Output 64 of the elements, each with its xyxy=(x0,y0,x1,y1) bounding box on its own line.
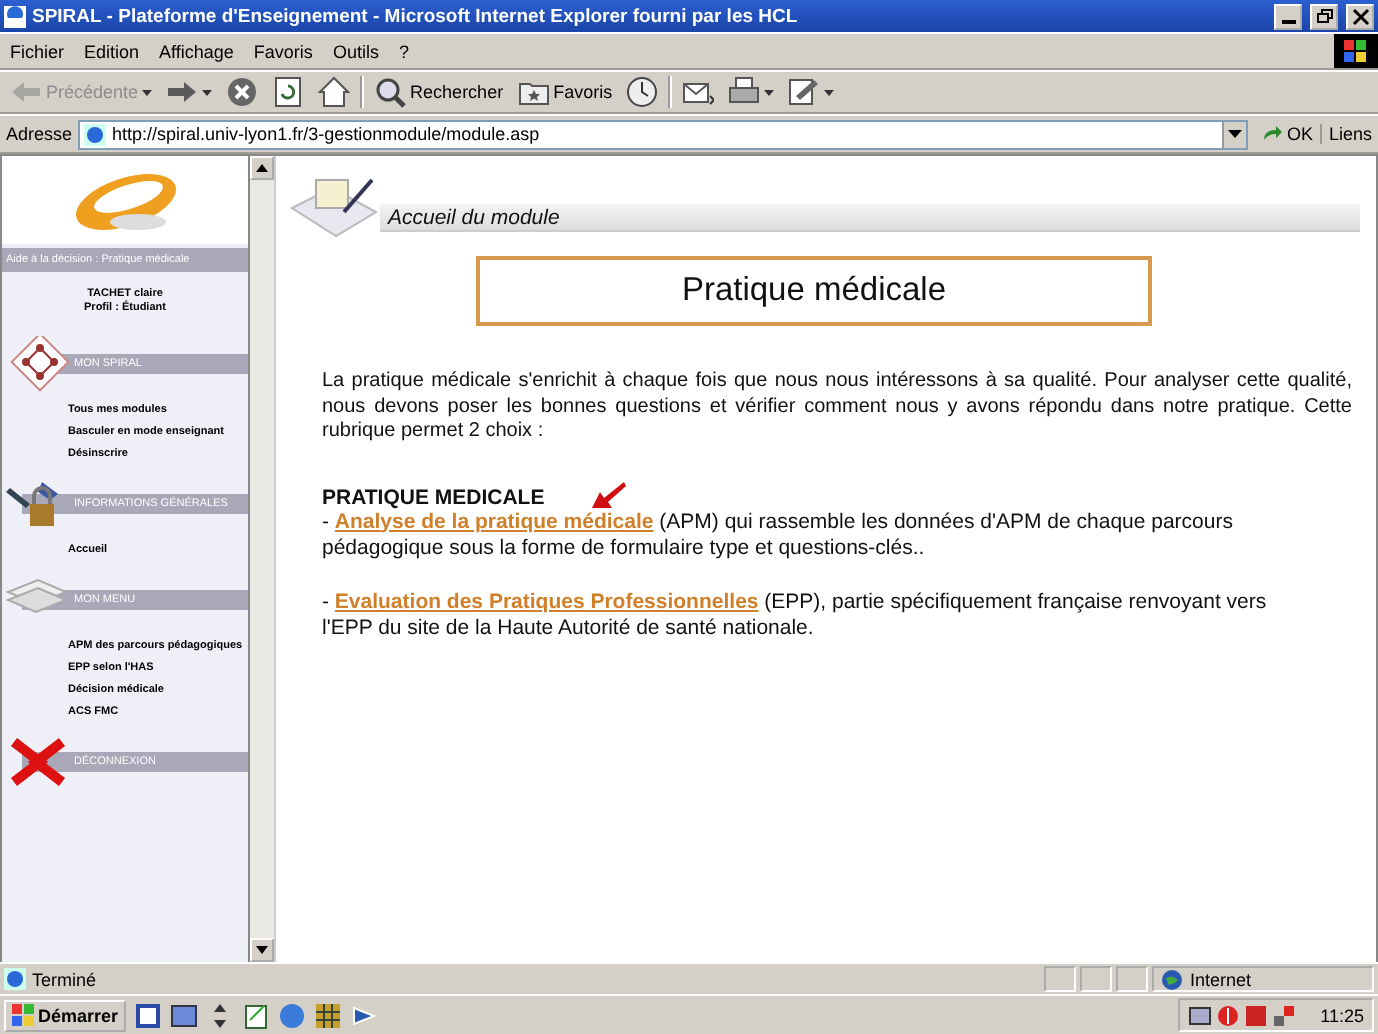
document-icon[interactable] xyxy=(134,1001,163,1029)
menu-item[interactable]: Favoris xyxy=(243,41,323,61)
status-text: Terminé xyxy=(32,969,97,989)
menu-item[interactable]: Edition xyxy=(74,41,150,61)
curved-arrow-icon xyxy=(1262,126,1283,142)
restore-icon xyxy=(1315,7,1333,25)
address-label: Adresse xyxy=(6,124,73,144)
document-edit-button[interactable] xyxy=(784,74,839,110)
home-button[interactable] xyxy=(314,74,355,110)
close-icon xyxy=(1351,7,1369,25)
globe-icon xyxy=(1162,969,1182,989)
refresh-icon xyxy=(272,76,305,108)
menu-item[interactable]: Outils xyxy=(322,41,389,61)
arrow-up-icon[interactable] xyxy=(256,164,268,172)
clock-text: 11:25 xyxy=(1320,1005,1364,1025)
windows-logo-icon xyxy=(1334,34,1378,68)
clock-icon xyxy=(626,76,659,108)
notepad-icon[interactable] xyxy=(242,1001,271,1029)
entry-paragraph: - Analyse de la pratique médicale (APM) qui rassemble les données d'APM de chaque parcours pédagogique sous la forme de formulaire type et questions-clés.. xyxy=(322,509,1235,564)
page-icon xyxy=(4,5,26,27)
page-icon xyxy=(84,123,107,145)
printer-icon xyxy=(728,76,761,108)
grid-icon[interactable] xyxy=(314,1001,343,1029)
home-icon xyxy=(318,76,351,108)
stop-icon xyxy=(226,76,259,108)
arrow-left-icon xyxy=(10,76,42,108)
close-button[interactable] xyxy=(1346,3,1374,29)
scrollbar[interactable] xyxy=(250,156,276,962)
square-icon[interactable] xyxy=(1244,1003,1269,1027)
monitor-icon[interactable] xyxy=(1188,1003,1213,1027)
caret-icon xyxy=(1228,130,1243,138)
arrow-down-icon[interactable] xyxy=(256,946,268,954)
minimize-icon xyxy=(1281,19,1295,23)
windows-logo-icon xyxy=(12,1004,34,1026)
section-heading: PRATIQUE MEDICALE xyxy=(322,485,547,509)
caret-icon xyxy=(202,89,213,95)
zone-text: Internet xyxy=(1190,969,1252,989)
entry-paragraph: - Evaluation des Pratiques Professionnelles (EPP), partie spécifiquement française renvoyant vers l'EPP du site de la Haute Autorité de santé nationale. xyxy=(322,589,1269,645)
arrow-icon[interactable] xyxy=(350,1001,379,1029)
arrow-right-icon xyxy=(166,76,199,108)
restore-button[interactable] xyxy=(1310,3,1338,29)
clock-button[interactable] xyxy=(622,74,663,110)
window-title: SPIRAL - Plateforme d'Enseignement - Microsoft Internet Explorer fourni par les HCL xyxy=(32,5,798,27)
start-button[interactable]: Démarrer xyxy=(4,999,127,1031)
links-button[interactable]: Liens xyxy=(1328,124,1372,144)
page-title: Pratique médicale xyxy=(476,256,1152,326)
search-button[interactable]: Rechercher xyxy=(370,74,508,110)
intro-paragraph: La pratique médicale s'enrichit à chaque fois que nous nous intéressons à sa qualité. Pour analyser cette qualité, nous devons poser les bonnes questions et vérifier comment nous y avons répondu dans notre pratique. Cette rubrique permet 2 choix : xyxy=(322,370,1354,445)
section-header: Accueil du module xyxy=(380,204,1360,232)
window-icon[interactable] xyxy=(170,1001,199,1029)
caret-icon xyxy=(764,89,775,95)
go-button[interactable]: OK xyxy=(1254,124,1323,144)
menu-item[interactable]: Affichage xyxy=(149,41,244,61)
caret-icon xyxy=(142,89,153,95)
favorites-button[interactable]: Favoris xyxy=(513,74,617,110)
caret-icon xyxy=(824,89,835,95)
menu-item[interactable]: ? xyxy=(388,41,419,61)
page-icon xyxy=(4,968,26,990)
address-field[interactable]: http://spiral.univ-lyon1.fr/3-gestionmodule/module.asp xyxy=(78,119,1249,149)
menu-item[interactable]: Fichier xyxy=(0,41,75,61)
minimize-button[interactable] xyxy=(1274,3,1302,29)
search-icon xyxy=(374,76,407,108)
document-edit-icon xyxy=(788,76,821,108)
dropdown-button[interactable] xyxy=(1222,121,1247,147)
